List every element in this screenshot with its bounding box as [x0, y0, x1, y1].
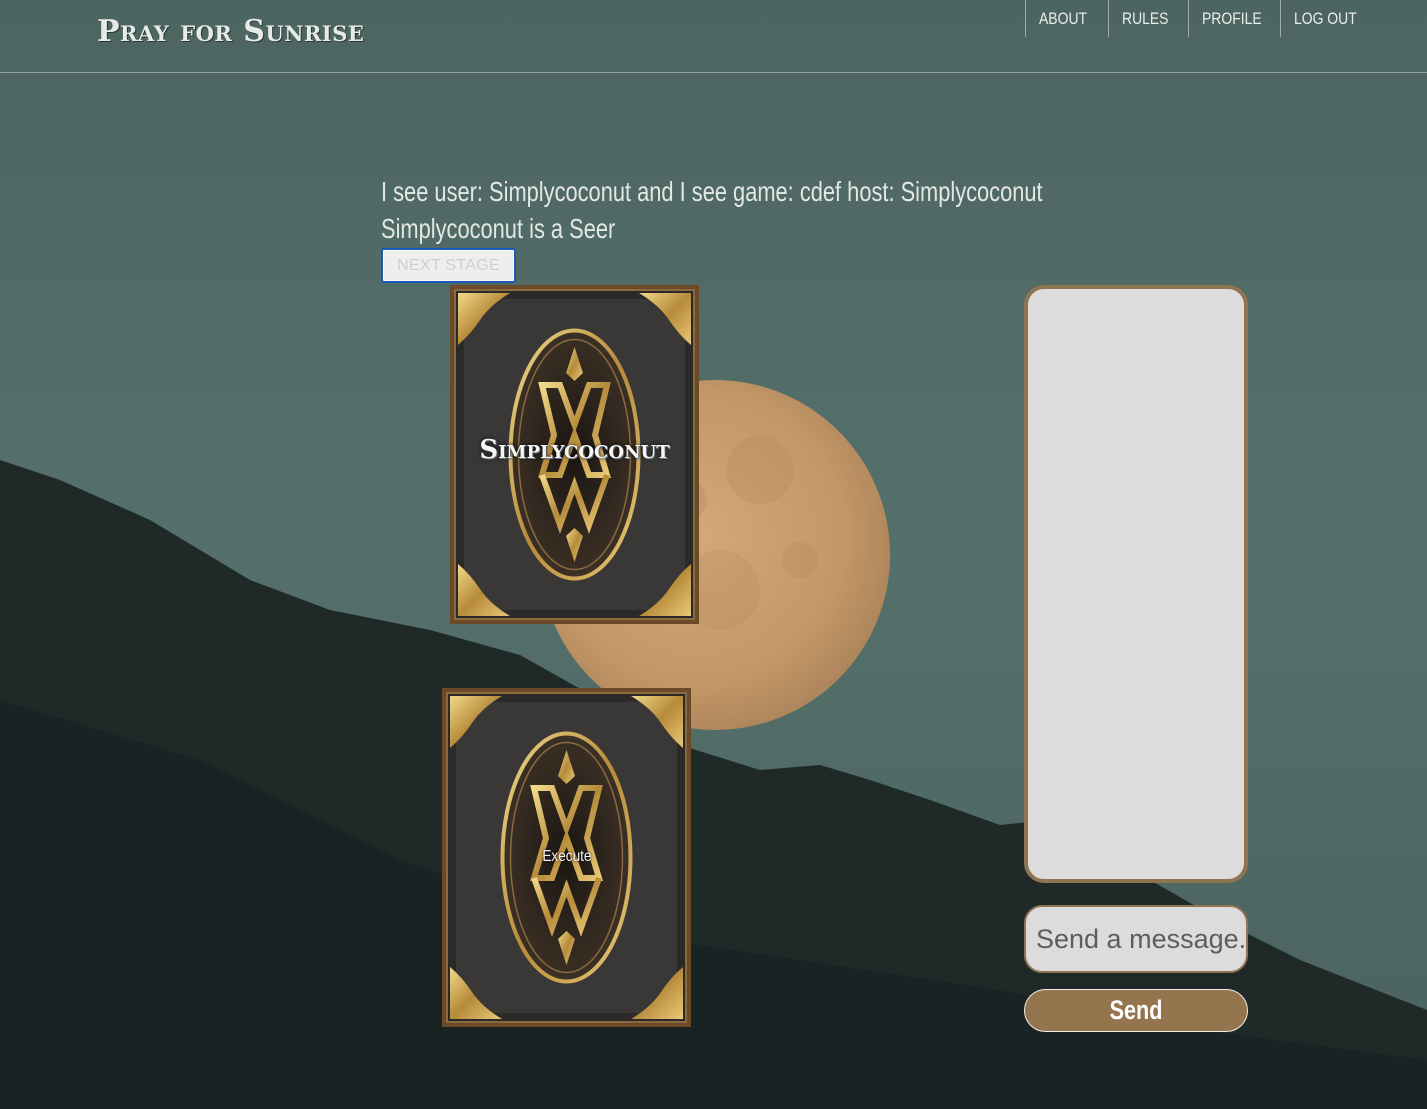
execute-card[interactable]: Execute: [442, 688, 691, 1027]
nav-rules-label: RULES: [1122, 9, 1169, 28]
player-role-text: Simplycoconut is a Seer: [381, 213, 616, 244]
chat-messages-panel[interactable]: [1024, 285, 1248, 883]
next-stage-button[interactable]: NEXT STAGE: [381, 248, 516, 283]
nav-profile-link[interactable]: PROFILE: [1188, 0, 1280, 37]
nav-rules-link[interactable]: RULES: [1108, 0, 1188, 37]
nav-logout-label: LOG OUT: [1294, 9, 1357, 28]
top-navigation-bar: Pray for Sunrise ABOUT RULES PROFILE LOG…: [0, 0, 1427, 73]
execute-card-text: Execute: [541, 848, 592, 865]
send-button-label: Send: [1109, 995, 1163, 1025]
nav-about-link[interactable]: ABOUT: [1025, 0, 1108, 37]
chat-message-input[interactable]: [1024, 905, 1248, 973]
nav-about-label: ABOUT: [1039, 9, 1088, 28]
execute-card-label: Execute: [442, 848, 691, 866]
send-message-button[interactable]: Send: [1024, 989, 1248, 1032]
site-logo[interactable]: Pray for Sunrise: [97, 14, 364, 49]
nav-profile-label: PROFILE: [1202, 9, 1262, 28]
player-card-label: Simplycoconut: [479, 435, 670, 465]
nav-logout-link[interactable]: LOG OUT: [1280, 0, 1370, 37]
game-status-text: I see user: Simplycoconut and I see game…: [381, 176, 1043, 207]
player-card[interactable]: Simplycoconut: [450, 285, 699, 624]
